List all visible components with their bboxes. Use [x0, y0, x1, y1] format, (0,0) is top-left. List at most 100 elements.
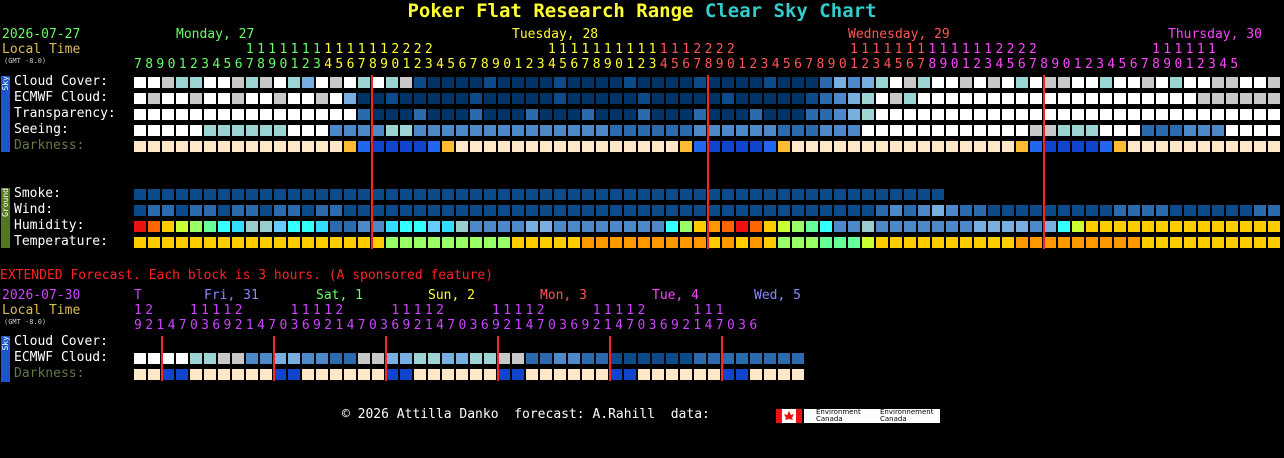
transparency-cell — [750, 109, 762, 120]
ext-day-mon: Mon, 3 — [540, 288, 587, 303]
humidity-cell — [624, 221, 636, 232]
ecmwf-cloud-cell — [1016, 93, 1028, 104]
temperature-cell — [974, 237, 986, 248]
cloud-cover-cell — [1072, 77, 1084, 88]
temperature-cell — [1128, 237, 1140, 248]
temperature-cell — [1184, 237, 1196, 248]
transparency-cell — [414, 109, 426, 120]
cloud-cover-cell — [162, 77, 174, 88]
ecmwf-cloud-cell — [680, 93, 692, 104]
transparency-cell — [190, 109, 202, 120]
wind-cell — [596, 205, 608, 216]
seeing-cell — [694, 125, 706, 136]
ecmwf-cloud-cell — [834, 93, 846, 104]
darkness-cell — [1114, 141, 1126, 152]
seeing-cell — [512, 125, 524, 136]
temperature-cell — [1268, 237, 1280, 248]
seeing-cell — [1030, 125, 1042, 136]
ext-darkness-cell — [442, 369, 454, 380]
ecmwf-cloud-cell — [288, 93, 300, 104]
transparency-cell — [288, 109, 300, 120]
temperature-cell — [386, 237, 398, 248]
transparency-cell — [372, 109, 384, 120]
cloud-cover-cell — [540, 77, 552, 88]
humidity-cell — [1156, 221, 1168, 232]
canada-flag-icon — [776, 409, 802, 423]
humidity-cell — [484, 221, 496, 232]
humidity-cell — [554, 221, 566, 232]
ecmwf-cloud-cell — [750, 93, 762, 104]
footer-credits: © 2026 Attilla Danko forecast: A.Rahill … — [342, 407, 710, 422]
extended-local-time: Local Time — [2, 303, 81, 318]
humidity-cell — [358, 221, 370, 232]
wind-cell — [820, 205, 832, 216]
ext-ecmwf-cloud-cell — [204, 353, 216, 364]
temperature-cell — [162, 237, 174, 248]
ecmwf-cloud-cell — [722, 93, 734, 104]
ext-ecmwf-cloud-cell — [260, 353, 272, 364]
seeing-cell — [960, 125, 972, 136]
cloud-cover-cell — [274, 77, 286, 88]
ext-hour-tens: 12 11112 11112 11112 11112 11112 111 — [134, 303, 724, 318]
smoke-cell — [680, 189, 692, 200]
darkness-cell — [1100, 141, 1112, 152]
cloud-cover-cell — [1268, 77, 1280, 88]
transparency-cell — [302, 109, 314, 120]
seeing-cell — [498, 125, 510, 136]
ext-ecmwf-cloud-cell — [778, 353, 790, 364]
seeing-cell — [568, 125, 580, 136]
temperature-cell — [372, 237, 384, 248]
darkness-cell — [932, 141, 944, 152]
darkness-cell — [960, 141, 972, 152]
transparency-cell — [148, 109, 160, 120]
ecmwf-cloud-cell — [1198, 93, 1210, 104]
seeing-cell — [1086, 125, 1098, 136]
cloud-cover-cell — [862, 77, 874, 88]
ecmwf-cloud-cell — [792, 93, 804, 104]
transparency-cell — [778, 109, 790, 120]
temperature-cell — [820, 237, 832, 248]
wind-cell — [1128, 205, 1140, 216]
cloud-cover-cell — [1212, 77, 1224, 88]
transparency-cell — [722, 109, 734, 120]
ecmwf-cloud-cell — [554, 93, 566, 104]
ext-ecmwf-cloud-cell — [484, 353, 496, 364]
darkness-cell — [134, 141, 146, 152]
ext-ecmwf-cloud-cell — [722, 353, 734, 364]
wind-cell — [750, 205, 762, 216]
extended-gmt: (GMT -8.0) — [4, 318, 47, 326]
humidity-cell — [582, 221, 594, 232]
darkness-cell — [526, 141, 538, 152]
transparency-cell — [974, 109, 986, 120]
cloud-cover-cell — [736, 77, 748, 88]
cloud-cover-cell — [750, 77, 762, 88]
seeing-cell — [148, 125, 160, 136]
seeing-cell — [1128, 125, 1140, 136]
ext-darkness-cell — [218, 369, 230, 380]
ext-ecmwf-cloud-cell — [358, 353, 370, 364]
smoke-cell — [736, 189, 748, 200]
ext-ecmwf-cloud-cell — [470, 353, 482, 364]
ecmwf-cloud-cell — [1240, 93, 1252, 104]
ext-darkness-cell — [778, 369, 790, 380]
darkness-cell — [274, 141, 286, 152]
darkness-cell — [204, 141, 216, 152]
smoke-cell — [498, 189, 510, 200]
ext-ecmwf-cloud-cell — [414, 353, 426, 364]
ext-darkness-cell — [554, 369, 566, 380]
seeing-cell — [260, 125, 272, 136]
humidity-cell — [162, 221, 174, 232]
humidity-cell — [792, 221, 804, 232]
darkness-cell — [652, 141, 664, 152]
seeing-cell — [988, 125, 1000, 136]
transparency-cell — [554, 109, 566, 120]
smoke-cell — [806, 189, 818, 200]
cloud-cover-cell — [1240, 77, 1252, 88]
transparency-cell — [1170, 109, 1182, 120]
transparency-cell — [568, 109, 580, 120]
ext-ecmwf-cloud-cell — [736, 353, 748, 364]
temperature-cell — [596, 237, 608, 248]
darkness-cell — [722, 141, 734, 152]
cloud-cover-cell — [526, 77, 538, 88]
seeing-cell — [428, 125, 440, 136]
